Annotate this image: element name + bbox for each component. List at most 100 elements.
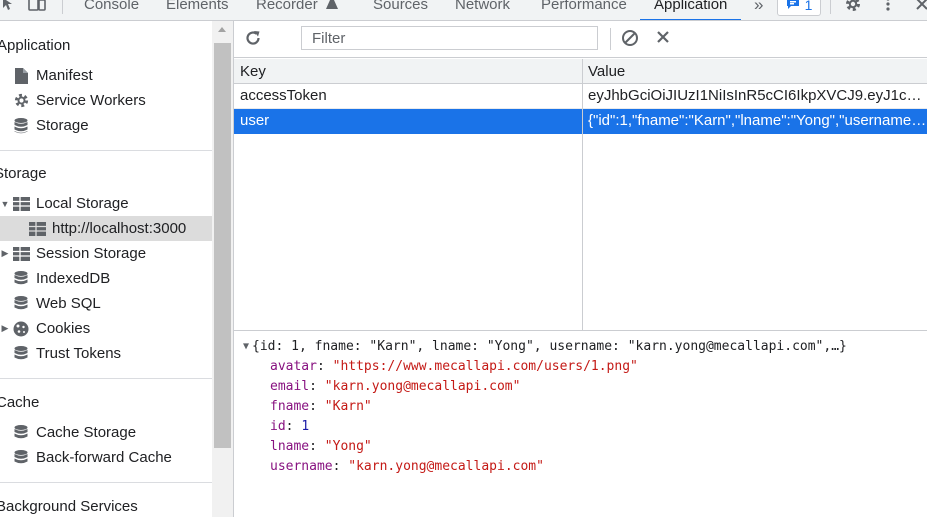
database-icon (12, 449, 30, 467)
sidebar-item-label: Local Storage (36, 195, 129, 212)
row-key-cell: user (240, 112, 270, 129)
devtools-tab-bar: Console Elements Recorder Sources Networ… (0, 0, 927, 21)
table-grid-icon (12, 195, 30, 213)
object-property: avatar: "https://www.mecallapi.com/users… (270, 359, 638, 374)
sidebar-item-label: Web SQL (36, 295, 101, 312)
database-icon (12, 295, 30, 313)
sidebar-item-web-sql[interactable]: Web SQL (12, 291, 101, 316)
sidebar-item-label: Session Storage (36, 245, 147, 262)
expand-caret-icon[interactable]: ▼ (243, 337, 249, 357)
tab-application[interactable]: Application (640, 0, 742, 20)
sidebar-item-local-storage[interactable]: Local Storage (12, 191, 129, 216)
sidebar-item-session-storage[interactable]: Session Storage (12, 241, 146, 266)
storage-data-grid: Key Value accessToken eyJhbGciOiJIUzI1Ni… (234, 59, 927, 330)
sidebar-item-label: Back-forward Cache (36, 449, 172, 466)
storage-toolbar (234, 21, 927, 58)
object-summary-text: {id: 1, fname: "Karn", lname: "Yong", us… (252, 339, 847, 354)
clear-all-icon[interactable] (621, 29, 641, 49)
scrollbar-thumb[interactable] (214, 43, 231, 448)
property-key: username (270, 459, 333, 474)
tab-sources[interactable]: Sources (373, 0, 428, 20)
sidebar-item-label: IndexedDB (36, 270, 111, 287)
section-title-background-services[interactable]: Background Services (0, 498, 138, 515)
sidebar-item-label: http://localhost:3000 (52, 220, 187, 237)
close-devtools-icon[interactable] (914, 0, 927, 14)
database-icon (12, 424, 30, 442)
section-divider (0, 482, 212, 483)
object-summary[interactable]: ▼ {id: 1, fname: "Karn", lname: "Yong", … (243, 337, 847, 357)
value-preview-pane: ▼ {id: 1, fname: "Karn", lname: "Yong", … (234, 330, 927, 517)
expand-triangle-open-icon[interactable]: ▼ (0, 191, 10, 216)
object-property: lname: "Yong" (270, 439, 372, 454)
sidebar-item-storage[interactable]: Storage (12, 113, 89, 138)
issues-count: 1 (804, 0, 813, 13)
object-property: id: 1 (270, 419, 310, 434)
toolbar-divider (610, 28, 611, 50)
tab-recorder-label: Recorder (256, 0, 318, 13)
object-property: username: "karn.yong@mecallapi.com" (270, 459, 544, 474)
database-icon (12, 270, 30, 288)
sidebar-item-label: Storage (36, 117, 89, 134)
settings-gear-icon[interactable] (843, 0, 863, 14)
more-tabs-button[interactable]: » (754, 0, 763, 20)
section-divider (0, 150, 212, 151)
section-title-cache[interactable]: Cache (0, 394, 39, 411)
property-key: id (270, 419, 286, 434)
table-row[interactable]: accessToken eyJhbGciOiJIUzI1NiIsInR5cCI6… (234, 84, 927, 109)
sidebar-item-label: Cache Storage (36, 424, 137, 441)
sidebar-item-trust-tokens[interactable]: Trust Tokens (12, 341, 121, 366)
gear-icon (12, 92, 30, 110)
sidebar-item-cookies[interactable]: Cookies (12, 316, 90, 341)
column-divider[interactable] (582, 59, 583, 330)
section-title-application[interactable]: Application (0, 37, 70, 54)
sidebar-item-cache-storage[interactable]: Cache Storage (12, 420, 136, 445)
property-value: 1 (301, 419, 310, 434)
row-value-cell: {"id":1,"fname":"Karn","lname":"Yong","u… (588, 112, 927, 129)
tab-console[interactable]: Console (84, 0, 139, 20)
sidebar-scrollbar[interactable] (212, 21, 233, 517)
grid-header: Key Value (234, 59, 927, 84)
local-storage-panel: Key Value accessToken eyJhbGciOiJIUzI1Ni… (233, 21, 927, 517)
sidebar-item-back-forward-cache[interactable]: Back-forward Cache (12, 445, 172, 470)
issues-icon (786, 0, 800, 13)
tab-network[interactable]: Network (455, 0, 510, 20)
expand-triangle-closed-icon[interactable]: ▶ (0, 241, 10, 266)
tab-performance[interactable]: Performance (541, 0, 627, 20)
toolbar-divider (62, 0, 63, 14)
object-property: fname: "Karn" (270, 399, 372, 414)
section-title-storage[interactable]: Storage (0, 165, 47, 182)
table-grid-icon (12, 245, 30, 263)
property-value: "karn.yong@mecallapi.com" (324, 379, 521, 394)
column-header-key[interactable]: Key (234, 59, 266, 84)
column-header-value[interactable]: Value (583, 59, 625, 84)
more-options-icon[interactable] (880, 0, 896, 14)
sidebar-item-service-workers[interactable]: Service Workers (12, 88, 146, 113)
property-value: "Yong" (324, 439, 372, 454)
cookie-icon (12, 320, 30, 338)
delete-selected-icon[interactable] (655, 29, 675, 49)
object-property: email: "karn.yong@mecallapi.com" (270, 379, 521, 394)
issues-button[interactable]: 1 (777, 0, 821, 16)
sidebar-item-label: Trust Tokens (36, 345, 122, 362)
application-sidebar: Application Manifest Service Workers Sto… (0, 21, 212, 517)
property-key: avatar (270, 359, 317, 374)
property-value: "karn.yong@mecallapi.com" (348, 459, 544, 474)
recorder-flask-icon (325, 0, 338, 15)
sidebar-item-indexeddb[interactable]: IndexedDB (12, 266, 110, 291)
row-value-cell: eyJhbGciOiJIUzI1NiIsInR5cCI6IkpXVCJ9.eyJ… (588, 87, 927, 104)
sidebar-item-label: Service Workers (36, 92, 146, 109)
tab-elements[interactable]: Elements (166, 0, 229, 20)
tab-recorder[interactable]: Recorder (256, 0, 338, 20)
inspect-element-icon[interactable] (0, 0, 16, 14)
device-toolbar-icon[interactable] (27, 0, 47, 14)
table-row-selected[interactable]: user {"id":1,"fname":"Karn","lname":"Yon… (234, 109, 927, 134)
sidebar-item-manifest[interactable]: Manifest (12, 63, 93, 88)
section-divider (0, 378, 212, 379)
scroll-up-arrow-icon[interactable] (218, 27, 226, 32)
row-key-cell: accessToken (240, 87, 327, 104)
filter-input[interactable] (301, 26, 598, 50)
refresh-icon[interactable] (244, 29, 264, 49)
expand-triangle-closed-icon[interactable]: ▶ (0, 316, 10, 341)
database-icon (12, 117, 30, 135)
sidebar-item-localhost-origin[interactable]: http://localhost:3000 (0, 216, 212, 241)
